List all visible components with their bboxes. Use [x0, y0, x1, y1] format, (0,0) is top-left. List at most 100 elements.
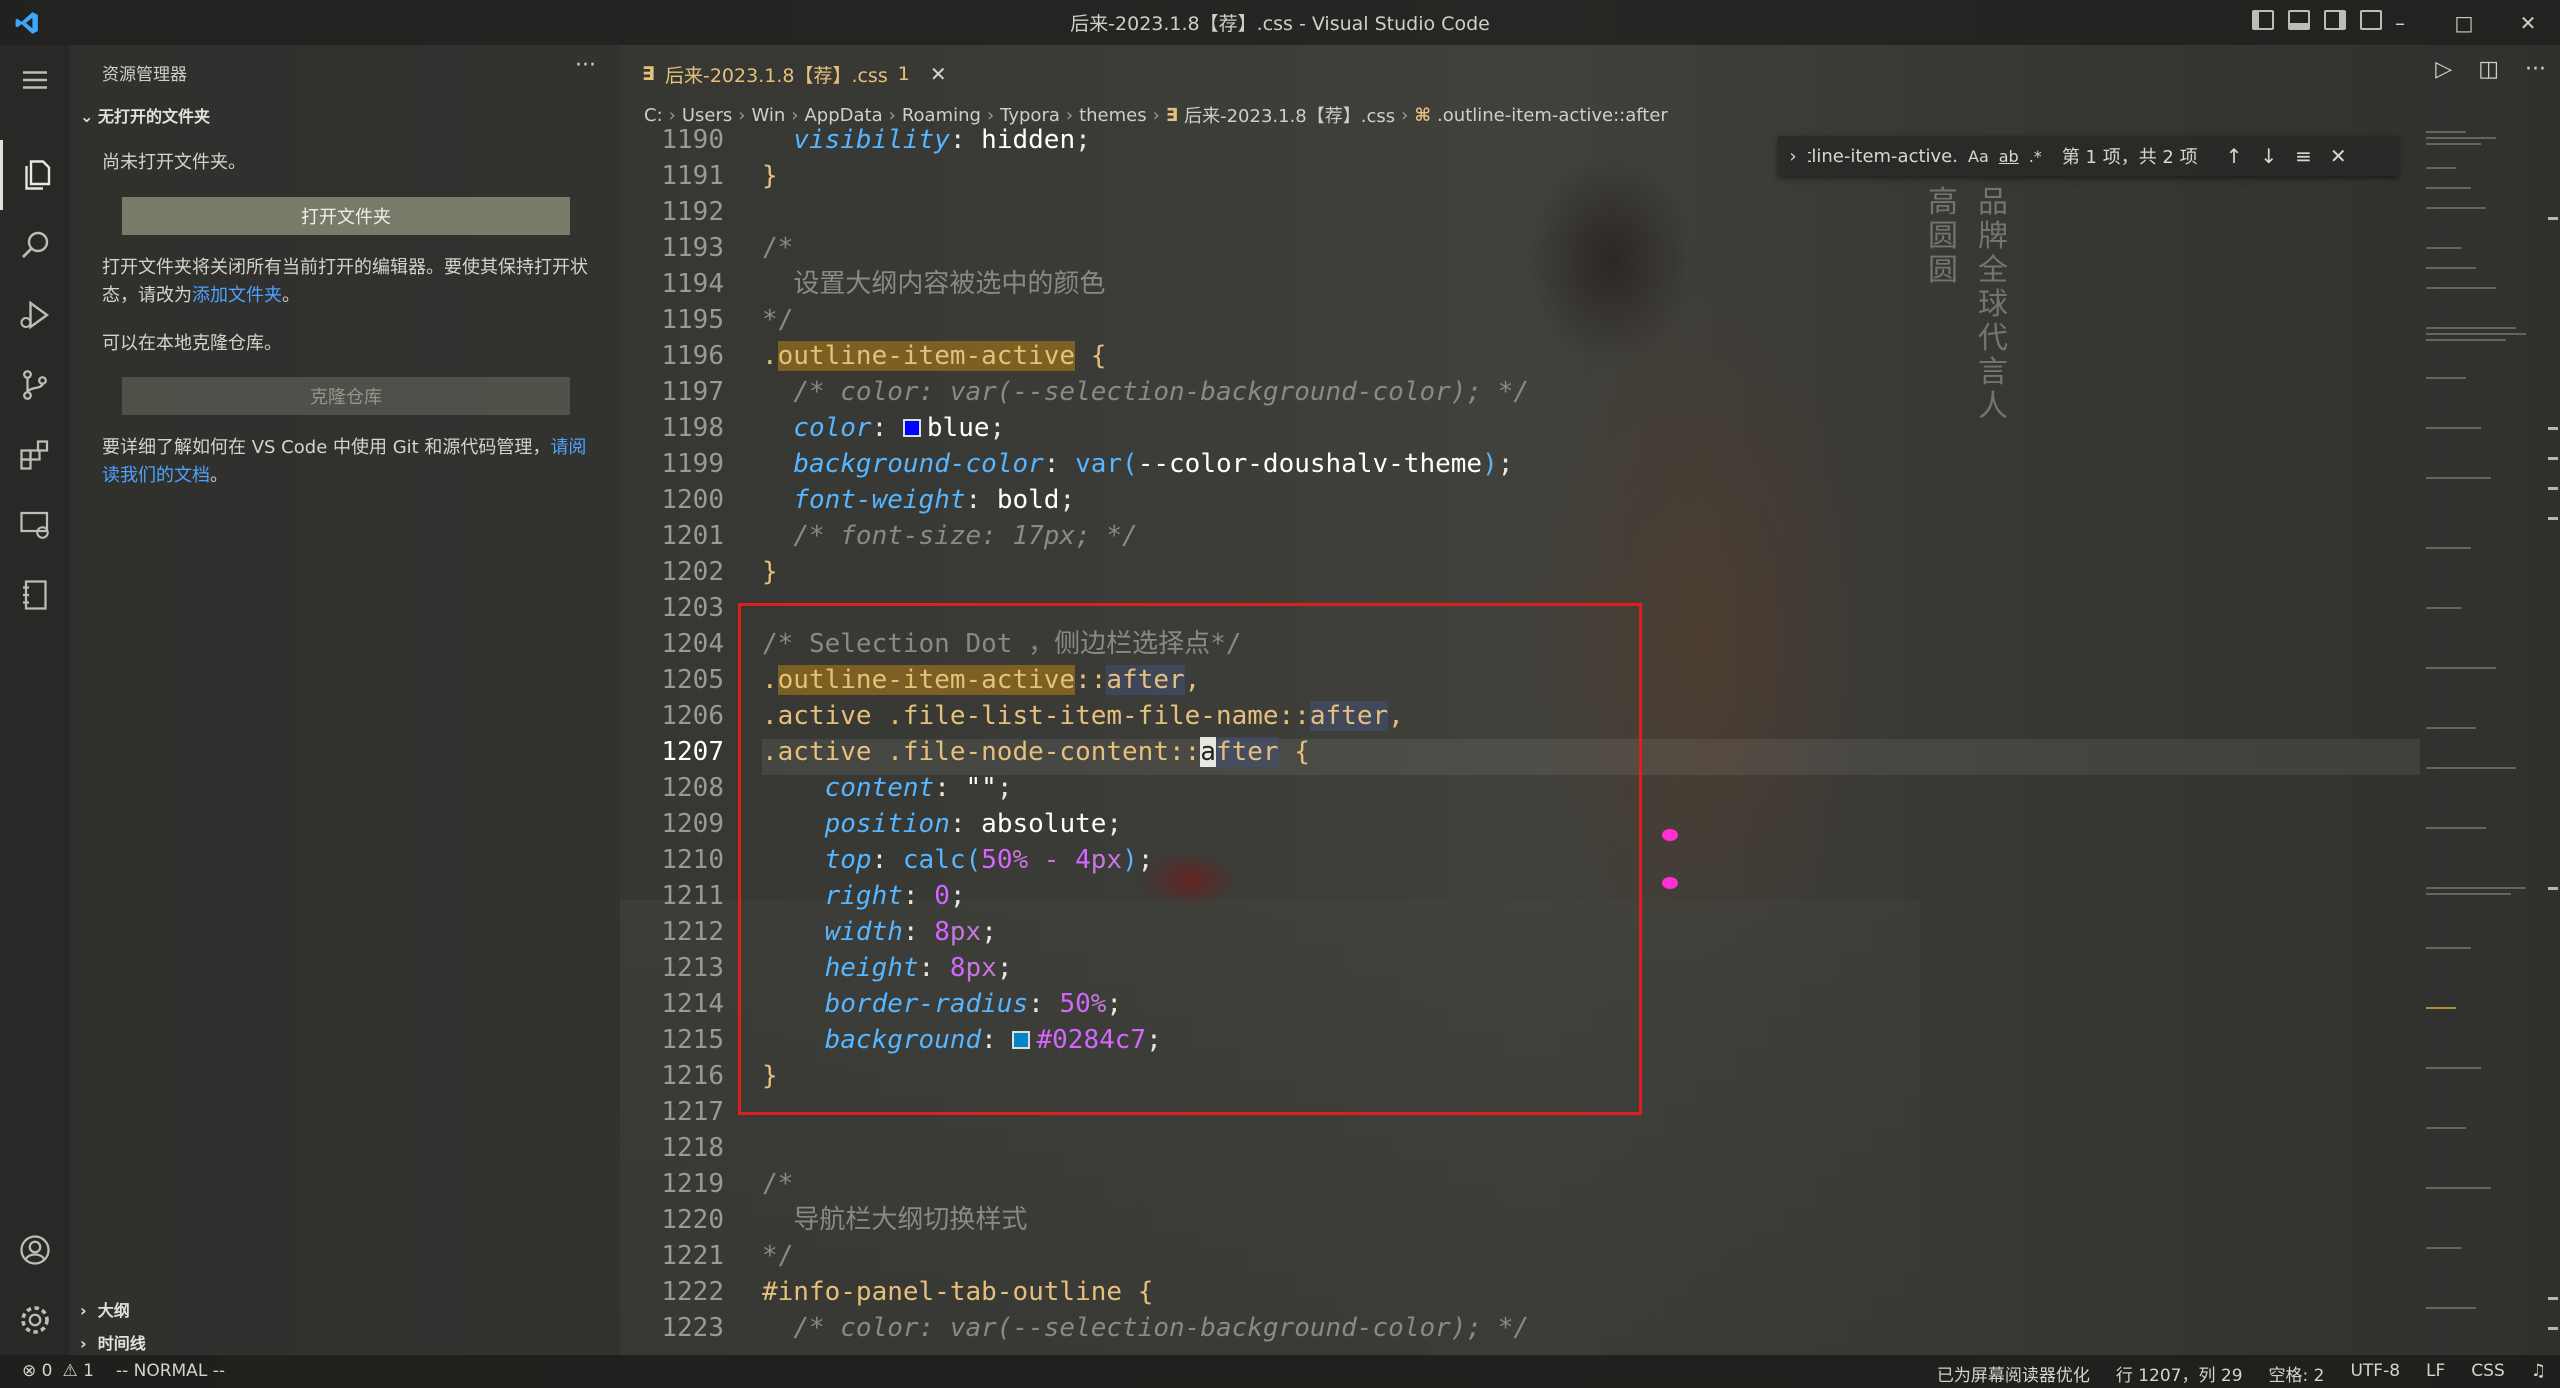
line-number: 1203: [661, 593, 724, 623]
run-icon[interactable]: ▷: [2435, 57, 2452, 82]
line-number: 1192: [661, 197, 724, 227]
highlight-annotation-box: [738, 603, 1642, 1115]
line-source: #info-panel-tab-outline {: [762, 1277, 1154, 1307]
line-number: 1198: [661, 413, 724, 443]
toggle-secondary-sidebar-icon[interactable]: [2324, 10, 2346, 30]
line-number: 1215: [661, 1025, 724, 1055]
line-number: 1210: [661, 845, 724, 875]
chevron-down-icon: ⌄: [80, 107, 94, 126]
open-folder-button[interactable]: 打开文件夹: [122, 197, 570, 235]
breadcrumb: C: › Users › Win › AppData › Roaming › Typora…: [644, 100, 1668, 130]
line-source: color: blue;: [793, 413, 1006, 443]
remote-explorer-icon[interactable]: [0, 490, 70, 560]
vertical-scrollbar[interactable]: [2546, 127, 2560, 1355]
chevron-right-icon: ›: [80, 1301, 98, 1320]
line-source: */: [762, 305, 794, 335]
extensions-icon[interactable]: [0, 420, 70, 490]
tab-active-file[interactable]: ∃ 后来-2023.1.8【荐】.css 1 ✕: [630, 51, 959, 97]
outline-label: 大纲: [97, 1301, 130, 1320]
css-file-icon: ∃: [642, 63, 655, 85]
chevron-right-icon: ›: [888, 104, 896, 126]
line-number: 1214: [661, 989, 724, 1019]
regex-toggle[interactable]: .*: [2029, 147, 2042, 166]
line-number: 1218: [661, 1133, 724, 1163]
run-debug-icon[interactable]: [0, 280, 70, 350]
more-actions-icon[interactable]: ···: [575, 53, 596, 78]
clone-repository-button[interactable]: 克隆仓库: [122, 377, 570, 415]
selection-dot: [1662, 877, 1678, 889]
explorer-icon[interactable]: [0, 140, 70, 210]
color-swatch-blue[interactable]: [902, 419, 921, 437]
no-folder-section-header[interactable]: ⌄ 无打开的文件夹: [80, 103, 210, 127]
encoding-status[interactable]: UTF-8: [2350, 1361, 2400, 1386]
language-mode-status[interactable]: CSS: [2471, 1361, 2504, 1386]
line-source: */: [762, 1241, 794, 1271]
find-input[interactable]: .outline-item-active: [1808, 146, 1958, 167]
chevron-right-icon: ›: [986, 104, 995, 126]
toggle-replace-icon[interactable]: ›: [1778, 146, 1808, 167]
screen-reader-status[interactable]: 已为屏幕阅读器优化: [1937, 1361, 2090, 1386]
explorer-sidebar: 资源管理器 ··· ⌄ 无打开的文件夹 尚未打开文件夹。 打开文件夹 打开文件夹将…: [70, 45, 620, 1355]
errors-status[interactable]: ⊗ 0: [22, 1361, 52, 1381]
symbol-icon: ⌘: [1414, 104, 1432, 126]
title-bar: 后来-2023.1.8【荐】.css - Visual Studio Code …: [0, 0, 2560, 45]
whole-word-toggle[interactable]: ab: [1999, 147, 2019, 166]
line-source: /* font-size: 17px; */: [793, 521, 1138, 551]
breadcrumb-item[interactable]: Roaming: [902, 105, 981, 126]
css-file-icon: ∃: [1165, 104, 1179, 126]
account-icon[interactable]: [0, 1215, 70, 1285]
minimap[interactable]: [2426, 127, 2546, 1355]
breadcrumb-item[interactable]: themes: [1079, 105, 1147, 126]
more-editor-actions-icon[interactable]: ···: [2525, 57, 2546, 82]
add-folder-link[interactable]: 添加文件夹: [192, 285, 282, 306]
layout-controls: [2252, 10, 2382, 30]
line-source: /*: [762, 233, 794, 263]
source-control-icon[interactable]: [0, 350, 70, 420]
toggle-panel-icon[interactable]: [2288, 10, 2310, 30]
git-info: 要详细了解如何在 VS Code 中使用 Git 和源代码管理，请阅读我们的文档…: [102, 434, 602, 490]
breadcrumb-item[interactable]: C:: [644, 105, 663, 126]
notifications-icon[interactable]: ♫: [2531, 1361, 2546, 1386]
breadcrumb-item[interactable]: AppData: [804, 105, 882, 126]
cursor-position-status[interactable]: 行 1207，列 29: [2116, 1361, 2243, 1386]
clone-text: 可以在本地克隆仓库。: [102, 333, 282, 354]
search-icon[interactable]: [0, 210, 70, 280]
chevron-right-icon: ›: [738, 104, 746, 126]
find-result-count: 第 1 项，共 2 项: [2061, 147, 2198, 168]
vscode-logo-icon[interactable]: [14, 10, 40, 36]
menu-icon[interactable]: [0, 45, 70, 115]
git-text: 要详细了解如何在 VS Code 中使用 Git 和源代码管理，: [102, 437, 551, 458]
split-editor-icon[interactable]: ◫: [2478, 57, 2499, 82]
match-case-toggle[interactable]: Aa: [1968, 147, 1989, 166]
open-folder-info: 打开文件夹将关闭所有当前打开的编辑器。要使其保持打开状态，请改为添加文件夹。: [102, 254, 602, 310]
breadcrumb-item[interactable]: Typora: [1000, 105, 1060, 126]
notebook-icon[interactable]: [0, 560, 70, 630]
breadcrumb-symbol[interactable]: .outline-item-active::after: [1437, 105, 1668, 126]
timeline-pane-header[interactable]: › 时间线: [80, 1330, 146, 1354]
line-number: 1204: [661, 629, 724, 659]
warnings-status[interactable]: ⚠ 1: [62, 1361, 93, 1381]
docs-end: 。: [210, 465, 228, 486]
tab-close-icon[interactable]: ✕: [930, 62, 947, 86]
find-in-selection-icon[interactable]: ≡: [2295, 144, 2312, 168]
close-window-button[interactable]: ✕: [2496, 0, 2560, 45]
line-number: 1194: [661, 269, 724, 299]
close-find-icon[interactable]: ✕: [2330, 144, 2347, 168]
maximize-button[interactable]: □: [2432, 0, 2496, 45]
outline-pane-header[interactable]: › 大纲: [80, 1297, 130, 1321]
indentation-status[interactable]: 空格: 2: [2269, 1361, 2325, 1386]
breadcrumb-item[interactable]: Win: [751, 105, 785, 126]
line-number: 1202: [661, 557, 724, 587]
eol-status[interactable]: LF: [2426, 1361, 2445, 1386]
breadcrumb-file[interactable]: 后来-2023.1.8【荐】.css: [1184, 102, 1395, 128]
chevron-right-icon: ›: [1065, 104, 1074, 126]
editor-tabs: ∃ 后来-2023.1.8【荐】.css 1 ✕ ▷ ◫ ···: [620, 45, 2560, 97]
toggle-primary-sidebar-icon[interactable]: [2252, 10, 2274, 30]
settings-gear-icon[interactable]: [0, 1285, 70, 1355]
activity-bar: [0, 45, 70, 1355]
editor-actions: ▷ ◫ ···: [2435, 57, 2546, 82]
next-match-icon[interactable]: ↓: [2260, 144, 2277, 168]
breadcrumb-item[interactable]: Users: [682, 105, 732, 126]
minimize-button[interactable]: –: [2368, 0, 2432, 45]
previous-match-icon[interactable]: ↑: [2226, 144, 2243, 168]
